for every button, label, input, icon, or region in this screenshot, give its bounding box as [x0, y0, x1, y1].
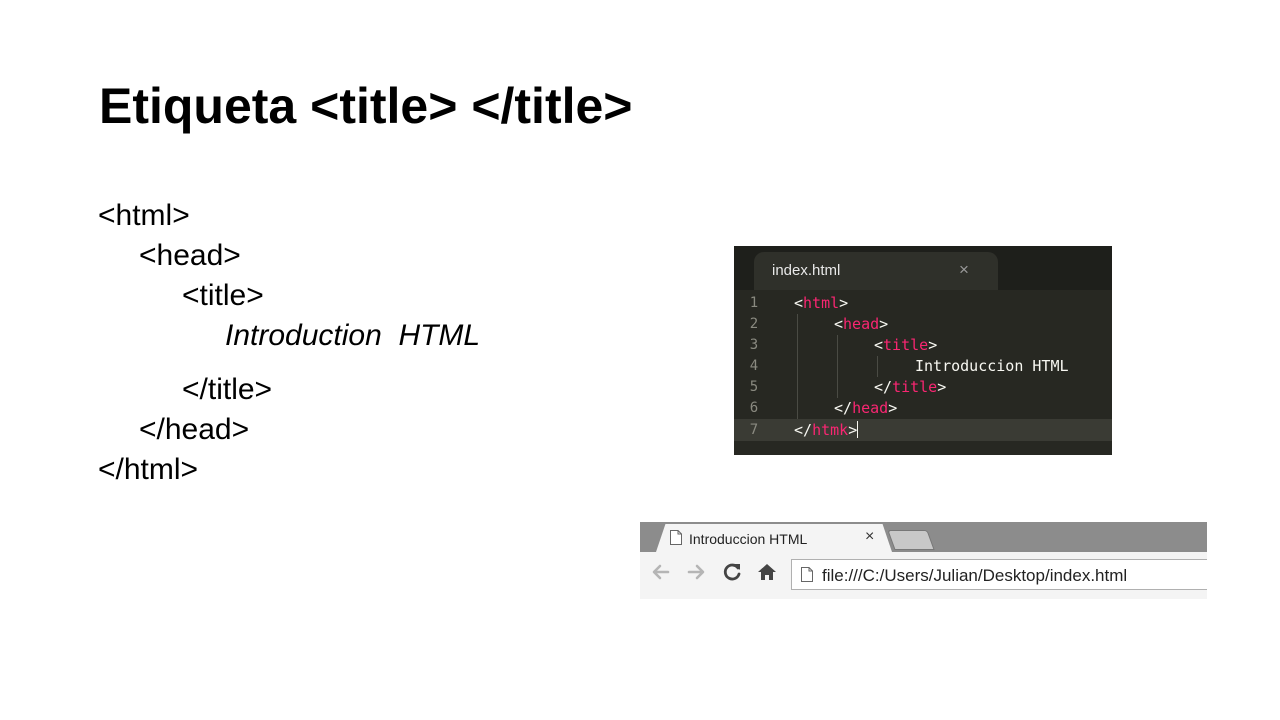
- browser-toolbar: file:///C:/Users/Julian/Desktop/index.ht…: [640, 552, 1207, 599]
- line-number: 1: [749, 295, 759, 311]
- editor-code-line: </title>: [874, 377, 946, 398]
- slide: Etiqueta <title> </title> <html> <head> …: [0, 0, 1280, 720]
- tag-close-bracket: >: [848, 421, 858, 439]
- indent-guide: [877, 356, 878, 377]
- line-number: 4: [749, 358, 759, 374]
- editor-tab-close-icon[interactable]: ×: [959, 260, 969, 280]
- browser-tab-close-icon[interactable]: ×: [865, 528, 874, 546]
- tag-name: title: [883, 336, 929, 354]
- editor-code-line: <head>: [834, 314, 888, 335]
- editor-code-line: </head>: [834, 398, 897, 419]
- page-icon: [801, 567, 813, 582]
- tag-open-bracket: <: [794, 294, 804, 312]
- browser-screenshot: Introduccion HTML × file:///C:/Users/Jul…: [640, 522, 1207, 599]
- editor-body[interactable]: 1 2 3 4 5 6 7 <html> <head> <title> Intr…: [734, 293, 1112, 455]
- line-number: 7: [749, 422, 759, 438]
- address-bar-url: file:///C:/Users/Julian/Desktop/index.ht…: [822, 566, 1128, 585]
- code-line-head-open: <head>: [139, 239, 241, 272]
- editor-tab-label: index.html: [772, 262, 841, 279]
- tag-open-bracket: <: [874, 336, 884, 354]
- tag-name: title: [892, 378, 938, 396]
- tag-name: html: [803, 294, 840, 312]
- editor-code-line: <title>: [874, 335, 937, 356]
- forward-arrow-icon[interactable]: [685, 561, 707, 583]
- editor-code-line: </htmk>: [794, 420, 859, 441]
- address-bar[interactable]: file:///C:/Users/Julian/Desktop/index.ht…: [791, 559, 1207, 590]
- indent-guide: [797, 314, 798, 419]
- line-number: 5: [749, 379, 759, 395]
- line-number: 3: [749, 337, 759, 353]
- browser-tab[interactable]: Introduccion HTML ×: [656, 524, 892, 552]
- editor-tab-bar: index.html ×: [734, 246, 1112, 290]
- code-line-title-text: Introduction HTML: [225, 319, 481, 352]
- home-icon[interactable]: [756, 561, 778, 583]
- line-number: 2: [749, 316, 759, 332]
- code-line-title-open: <title>: [182, 279, 264, 312]
- current-line-highlight: [734, 419, 1112, 441]
- browser-tab-title: Introduccion HTML: [689, 531, 808, 547]
- tag-open-bracket: </: [794, 421, 813, 439]
- tag-open-bracket: </: [874, 378, 893, 396]
- tag-close-bracket: >: [888, 399, 898, 417]
- text-content: Introduccion HTML: [915, 357, 1069, 375]
- tag-close-bracket: >: [879, 315, 889, 333]
- editor-code-line: Introduccion HTML: [915, 356, 1069, 377]
- editor-code-line: <html>: [794, 293, 848, 314]
- slide-title: Etiqueta <title> </title>: [99, 78, 633, 134]
- indent-guide: [837, 335, 838, 398]
- editor-tab-index-html[interactable]: index.html ×: [754, 252, 998, 290]
- tag-close-bracket: >: [839, 294, 849, 312]
- code-editor-screenshot: index.html × 1 2 3 4 5 6 7 <html> <head>…: [734, 246, 1112, 455]
- page-icon: [670, 530, 682, 545]
- tag-close-bracket: >: [928, 336, 938, 354]
- tag-open-bracket: <: [834, 315, 844, 333]
- tag-close-bracket: >: [937, 378, 947, 396]
- code-line-title-close: </title>: [182, 373, 273, 406]
- tag-name: head: [852, 399, 889, 417]
- tag-name: htmk: [812, 421, 849, 439]
- code-line-html-open: <html>: [98, 199, 190, 232]
- browser-tab-strip: Introduccion HTML ×: [640, 522, 1207, 552]
- code-line-head-close: </head>: [139, 413, 250, 446]
- new-tab-button[interactable]: [887, 530, 935, 550]
- text-cursor: [857, 421, 859, 438]
- tag-name: head: [843, 315, 880, 333]
- tag-open-bracket: </: [834, 399, 853, 417]
- back-arrow-icon[interactable]: [650, 561, 672, 583]
- line-number: 6: [749, 400, 759, 416]
- reload-icon[interactable]: [721, 561, 743, 583]
- code-line-html-close: </html>: [98, 453, 199, 486]
